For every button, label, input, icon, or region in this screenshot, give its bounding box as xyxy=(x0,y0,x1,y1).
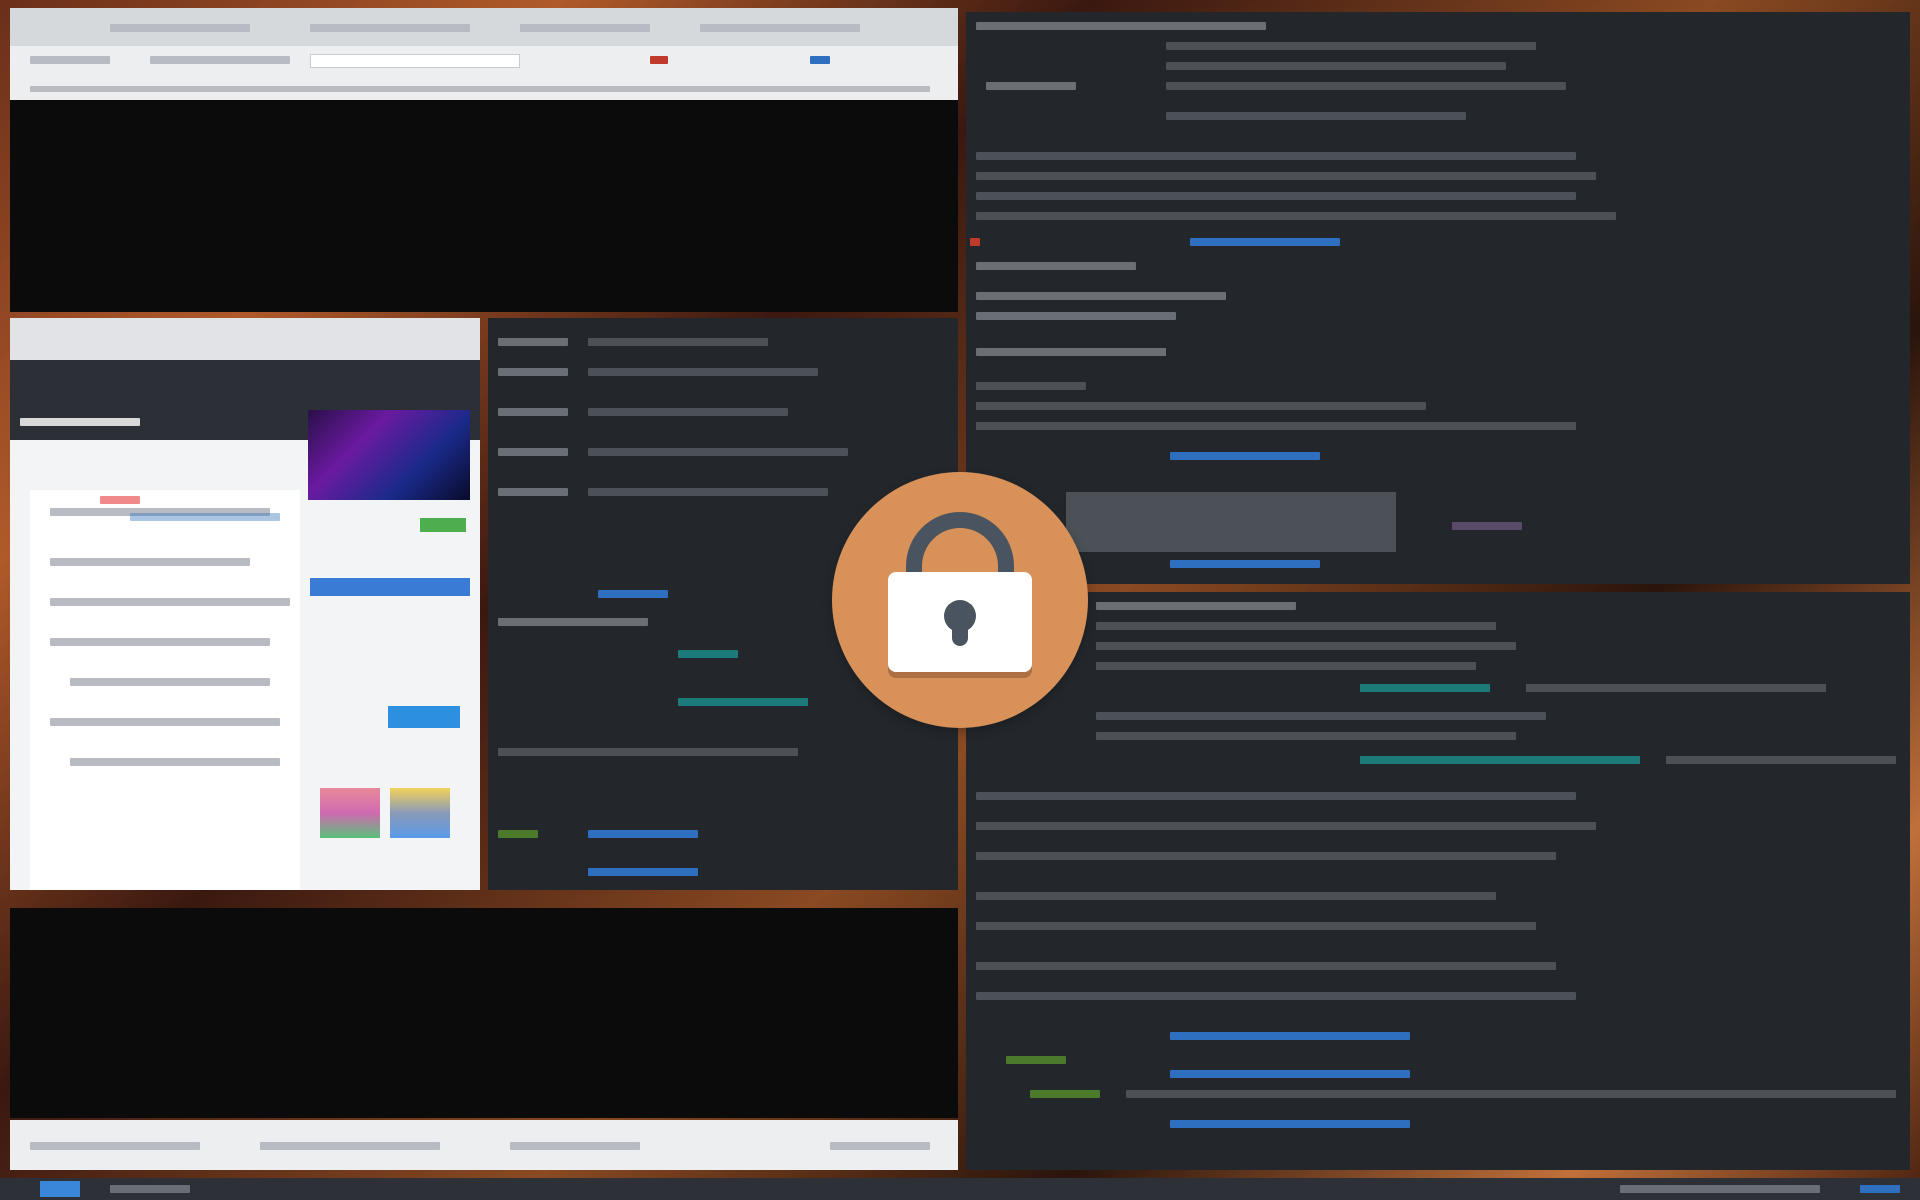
taskbar-left xyxy=(10,1120,958,1170)
black-pane-top xyxy=(10,100,958,312)
browser-window-middle xyxy=(10,318,480,890)
keyhole-slot xyxy=(952,620,968,646)
browser-window-top xyxy=(10,8,958,100)
system-panel xyxy=(0,1178,1920,1200)
terminal-right-top xyxy=(966,12,1910,584)
terminal-right-bottom xyxy=(966,592,1910,1170)
grid-icon xyxy=(40,1181,80,1197)
black-pane-bottom xyxy=(10,908,958,1118)
address-bar xyxy=(310,54,520,68)
